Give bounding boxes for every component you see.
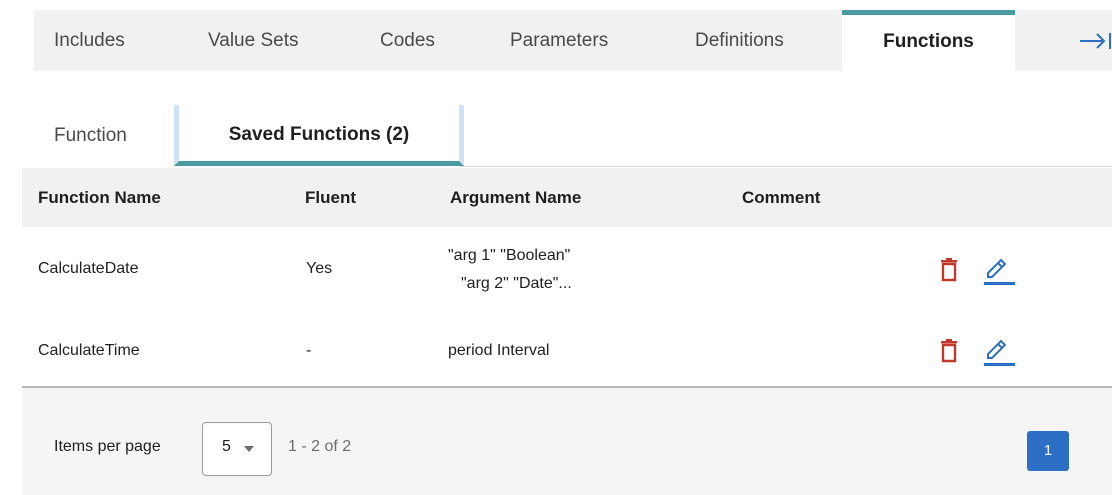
table-header: Function Name Fluent Argument Name Comme… xyxy=(22,168,1112,227)
edit-icon[interactable] xyxy=(982,337,1016,372)
pagination-bar: Items per page 5 1 - 2 of 2 1 xyxy=(22,388,1112,495)
argument-line: period Interval xyxy=(448,342,550,359)
page-button[interactable]: 1 xyxy=(1027,431,1069,471)
function-name-cell: CalculateTime xyxy=(38,342,140,359)
pagination-range: 1 - 2 of 2 xyxy=(288,438,352,455)
argument-line: "arg 2" "Date"... xyxy=(461,275,572,292)
argument-line: "arg 1" "Boolean" xyxy=(448,247,571,264)
fluent-cell: Yes xyxy=(306,260,333,277)
column-header-argument-name[interactable]: Argument Name xyxy=(450,168,581,227)
tab-parameters[interactable]: Parameters xyxy=(510,10,608,71)
items-per-page-select[interactable]: 5 xyxy=(202,422,272,476)
table-row: CalculateTime - period Interval xyxy=(22,308,1112,386)
top-tab-bar: Includes Value Sets Codes Parameters Def… xyxy=(34,10,1112,71)
edit-icon[interactable] xyxy=(982,256,1016,291)
column-header-fluent[interactable]: Fluent xyxy=(305,168,356,227)
tab-definitions[interactable]: Definitions xyxy=(695,10,784,71)
delete-icon[interactable] xyxy=(939,339,959,368)
column-header-function-name[interactable]: Function Name xyxy=(38,168,161,227)
tab-value-sets[interactable]: Value Sets xyxy=(208,10,298,71)
subtab-divider xyxy=(460,166,1112,167)
tab-includes[interactable]: Includes xyxy=(54,10,125,71)
items-per-page-value: 5 xyxy=(222,438,231,455)
items-per-page-label: Items per page xyxy=(54,438,161,455)
fluent-cell: - xyxy=(306,342,312,359)
delete-icon[interactable] xyxy=(939,258,959,287)
column-header-comment[interactable]: Comment xyxy=(742,168,820,227)
table-row: CalculateDate Yes "arg 1" "Boolean" "arg… xyxy=(22,228,1112,308)
subtab-saved-functions[interactable]: Saved Functions (2) xyxy=(174,105,464,166)
subtab-function[interactable]: Function xyxy=(54,105,127,166)
tab-functions[interactable]: Functions xyxy=(842,10,1015,71)
chevron-down-icon xyxy=(244,446,254,452)
tab-codes[interactable]: Codes xyxy=(380,10,435,71)
function-name-cell: CalculateDate xyxy=(38,260,139,277)
arrow-right-icon[interactable] xyxy=(1078,30,1112,52)
